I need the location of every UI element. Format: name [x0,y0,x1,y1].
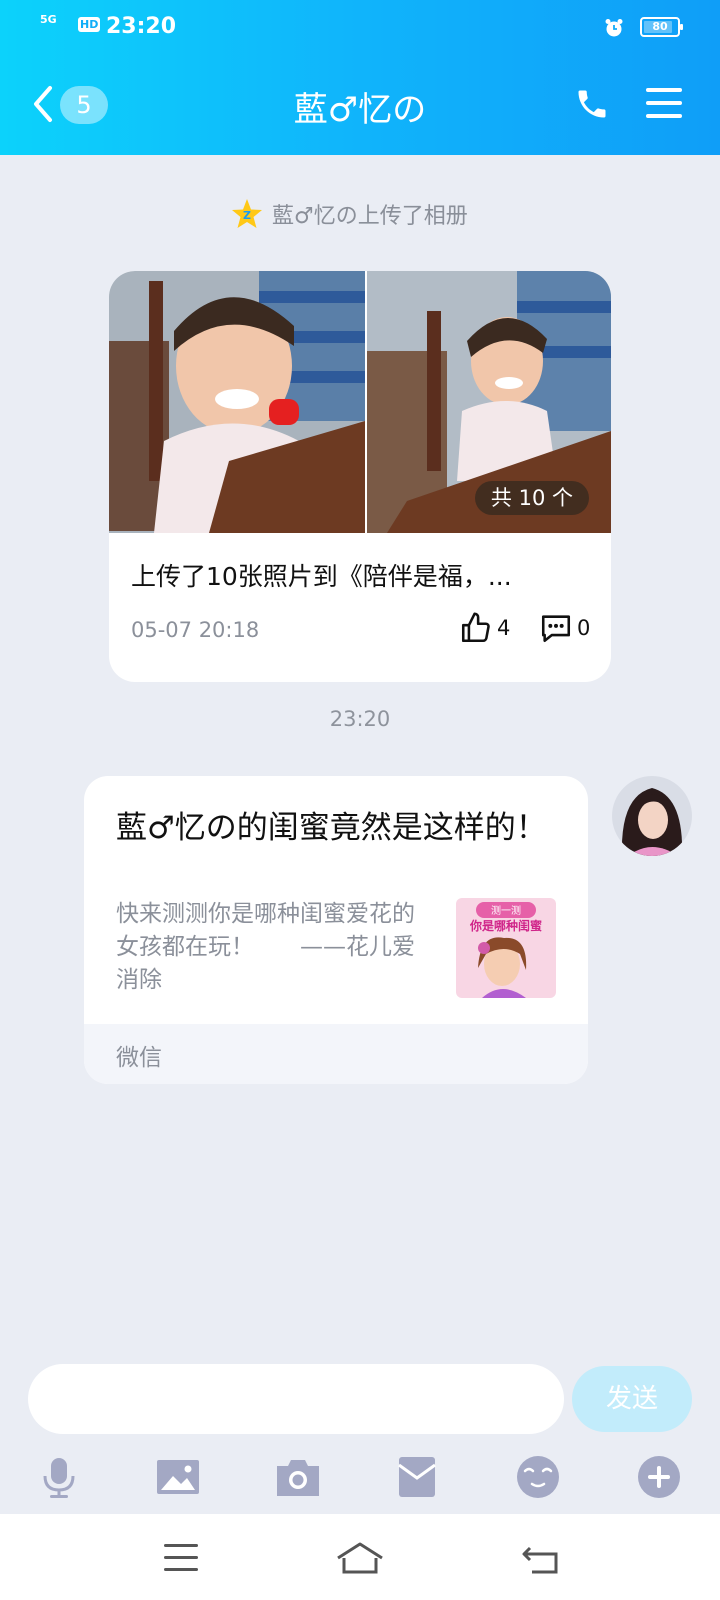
hd-indicator: HD [78,17,101,32]
battery-indicator: 80 [640,17,683,37]
red-packet-icon[interactable] [394,1454,440,1500]
album-date: 05-07 20:18 [131,618,260,642]
like-count: 4 [497,616,511,640]
album-card[interactable]: 共 10 个 上传了10张照片到《陪伴是福，... 05-07 20:18 4 … [109,271,611,682]
avatar[interactable] [612,776,692,856]
status-bar: 5G HD 23:20 80 [40,12,683,42]
photo-count-badge: 共 10 个 [474,481,589,515]
signal-indicator: 5G [40,13,57,26]
microphone-icon[interactable] [36,1454,82,1500]
thumbnail-caption-top: 测一测 [491,904,521,917]
share-thumbnail: 测一测 你是哪种闺蜜 [456,898,556,998]
share-description: 快来测测你是哪种闺蜜爱花的女孩都在玩！ ——花儿爱消除 [116,901,415,993]
shared-link-card[interactable]: 藍♂忆の的闺蜜竟然是这样的！ 快来测测你是哪种闺蜜爱花的女孩都在玩！ ——花儿爱… [84,776,588,1084]
phone-call-icon[interactable] [574,86,610,122]
menu-icon[interactable] [646,86,682,120]
status-time: 23:20 [106,14,177,39]
album-title: 上传了10张照片到《陪伴是福，... [131,562,512,591]
chat-header: 5G HD 23:20 80 5 藍♂忆の [0,0,720,155]
emoji-icon[interactable] [515,1454,561,1500]
chat-title: 藍♂忆の [293,90,427,130]
comment-icon [541,615,571,643]
send-button[interactable]: 发送 [572,1366,692,1432]
message-timestamp: 23:20 [329,707,391,731]
svg-text:Z: Z [243,209,251,222]
system-nav-bar [0,1514,720,1600]
thumbnail-caption-main: 你是哪种闺蜜 [469,918,542,933]
camera-icon[interactable] [275,1454,321,1500]
notice-text: 藍♂忆の上传了相册 [272,204,468,229]
qzone-star-icon: Z [232,199,262,228]
share-title: 藍♂忆の的闺蜜竟然是这样的！ [116,810,547,846]
like-button[interactable]: 4 [459,611,510,645]
system-notice: Z 藍♂忆の上传了相册 [230,196,468,232]
message-input[interactable] [28,1364,564,1434]
plus-icon[interactable] [636,1454,682,1500]
battery-level: 80 [652,20,668,33]
thumbs-up-icon [461,612,490,643]
back-nav-icon[interactable] [520,1538,568,1578]
home-icon[interactable] [336,1538,384,1578]
comment-count: 0 [577,616,591,640]
recent-apps-icon[interactable] [158,1538,206,1578]
share-footer: 微信 [84,1024,588,1084]
comment-button[interactable]: 0 [539,611,590,645]
share-source: 微信 [116,1045,162,1071]
alarm-icon [605,19,623,37]
album-photo-1[interactable] [109,271,365,533]
image-icon[interactable] [155,1454,201,1500]
